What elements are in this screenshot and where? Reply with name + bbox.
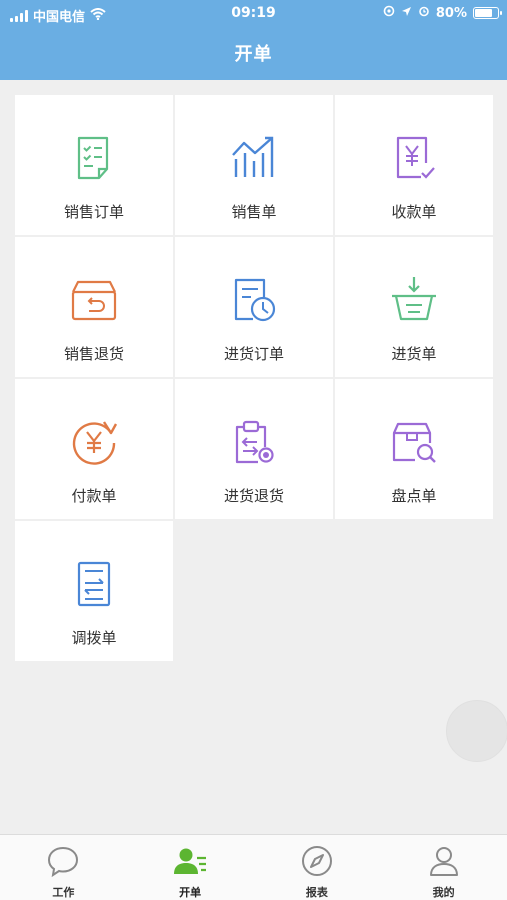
- tab-me[interactable]: 我的: [380, 835, 507, 900]
- tile-label: 进货退货: [223, 487, 284, 505]
- yen-refresh-icon: [72, 421, 118, 465]
- tile-transfer[interactable]: 调拨单: [15, 521, 173, 661]
- tab-orders[interactable]: 开单: [127, 835, 254, 900]
- tile-label: 进货单: [391, 345, 437, 363]
- battery-percent: 80%: [435, 5, 467, 21]
- tab-label: 开单: [179, 886, 202, 899]
- person-icon: [429, 847, 458, 876]
- tile-purchase-slip[interactable]: 进货单: [335, 237, 493, 377]
- status-bar: 中国电信 09:19 80%: [0, 0, 507, 28]
- compass-icon: [301, 846, 332, 876]
- tile-purchase-order[interactable]: 进货订单: [175, 237, 333, 377]
- tile-sales-order[interactable]: 销售订单: [15, 95, 173, 235]
- tab-work[interactable]: 工作: [0, 835, 127, 900]
- tile-label: 调拨单: [71, 629, 117, 647]
- tile-purchase-return[interactable]: 进货退货: [175, 379, 333, 519]
- tile-payment[interactable]: 付款单: [15, 379, 173, 519]
- top-bar: 中国电信 09:19 80% 开单: [0, 0, 507, 80]
- tile-inventory-count[interactable]: 盘点单: [335, 379, 493, 519]
- location-icon: [401, 6, 412, 21]
- return-box-icon: [71, 280, 117, 321]
- page-title: 开单: [234, 44, 273, 65]
- tile-label: 进货订单: [223, 345, 284, 363]
- checklist-document-icon: [77, 136, 109, 180]
- trend-chart-icon: [232, 136, 274, 177]
- floating-assistive-button[interactable]: [446, 700, 507, 762]
- tile-label: 盘点单: [391, 487, 437, 505]
- tile-label: 销售退货: [63, 345, 124, 363]
- chat-bubble-icon: [48, 846, 79, 878]
- tab-label: 报表: [305, 886, 328, 899]
- tile-sales-slip[interactable]: 销售单: [175, 95, 333, 235]
- clipboard-return-icon: [235, 420, 274, 464]
- tile-label: 销售单: [231, 203, 277, 221]
- box-search-icon: [392, 422, 436, 463]
- tab-reports[interactable]: 报表: [254, 835, 381, 900]
- tile-label: 销售订单: [63, 203, 124, 221]
- tile-sales-return[interactable]: 销售退货: [15, 237, 173, 377]
- order-type-grid: 销售订单 销售单 收款单 销售退货 进货订单 进货单 付款单 进货退货 盘点单 …: [15, 95, 493, 661]
- transfer-document-icon: [77, 561, 111, 607]
- tab-label: 工作: [52, 886, 75, 899]
- document-clock-icon: [234, 278, 276, 322]
- yen-receipt-icon: [396, 136, 435, 179]
- bottom-tab-bar: 工作 开单 报表 我的: [0, 834, 507, 900]
- status-right: 80%: [383, 5, 502, 21]
- user-list-icon: [174, 848, 207, 874]
- basket-download-icon: [392, 277, 436, 321]
- tab-label: 我的: [432, 886, 455, 899]
- tile-label: 收款单: [391, 203, 437, 221]
- battery-icon: [473, 7, 502, 19]
- rotation-lock-icon: [383, 5, 395, 21]
- battery-fill: [475, 9, 492, 17]
- tile-label: 付款单: [71, 487, 117, 505]
- tile-receipt[interactable]: 收款单: [335, 95, 493, 235]
- alarm-icon: [418, 5, 430, 21]
